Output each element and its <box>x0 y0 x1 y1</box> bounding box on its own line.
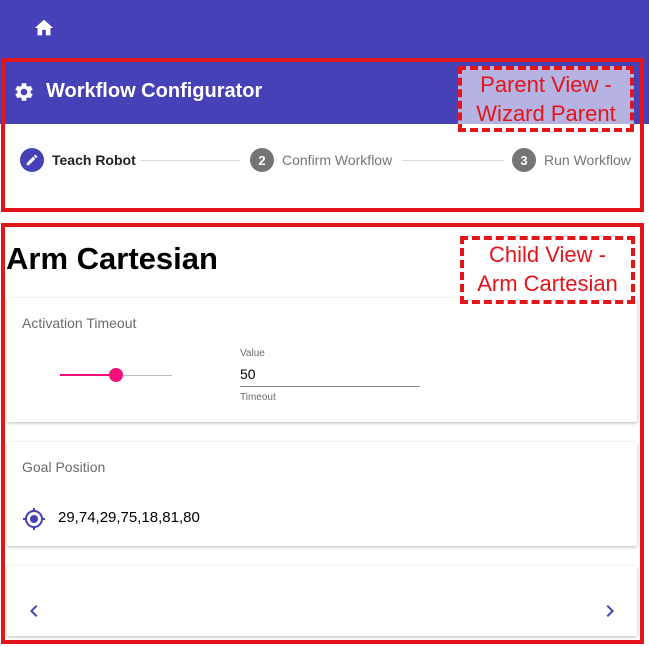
annotation-line: Child View - <box>489 242 606 267</box>
child-view-annotation: Child View - Arm Cartesian <box>460 236 635 304</box>
parent-view-annotation: Parent View - Wizard Parent <box>458 66 634 132</box>
home-icon[interactable] <box>33 17 55 39</box>
top-app-bar <box>0 0 649 57</box>
annotation-line: Wizard Parent <box>476 101 616 126</box>
annotation-line: Arm Cartesian <box>477 271 618 296</box>
annotation-line: Parent View - <box>480 72 612 97</box>
